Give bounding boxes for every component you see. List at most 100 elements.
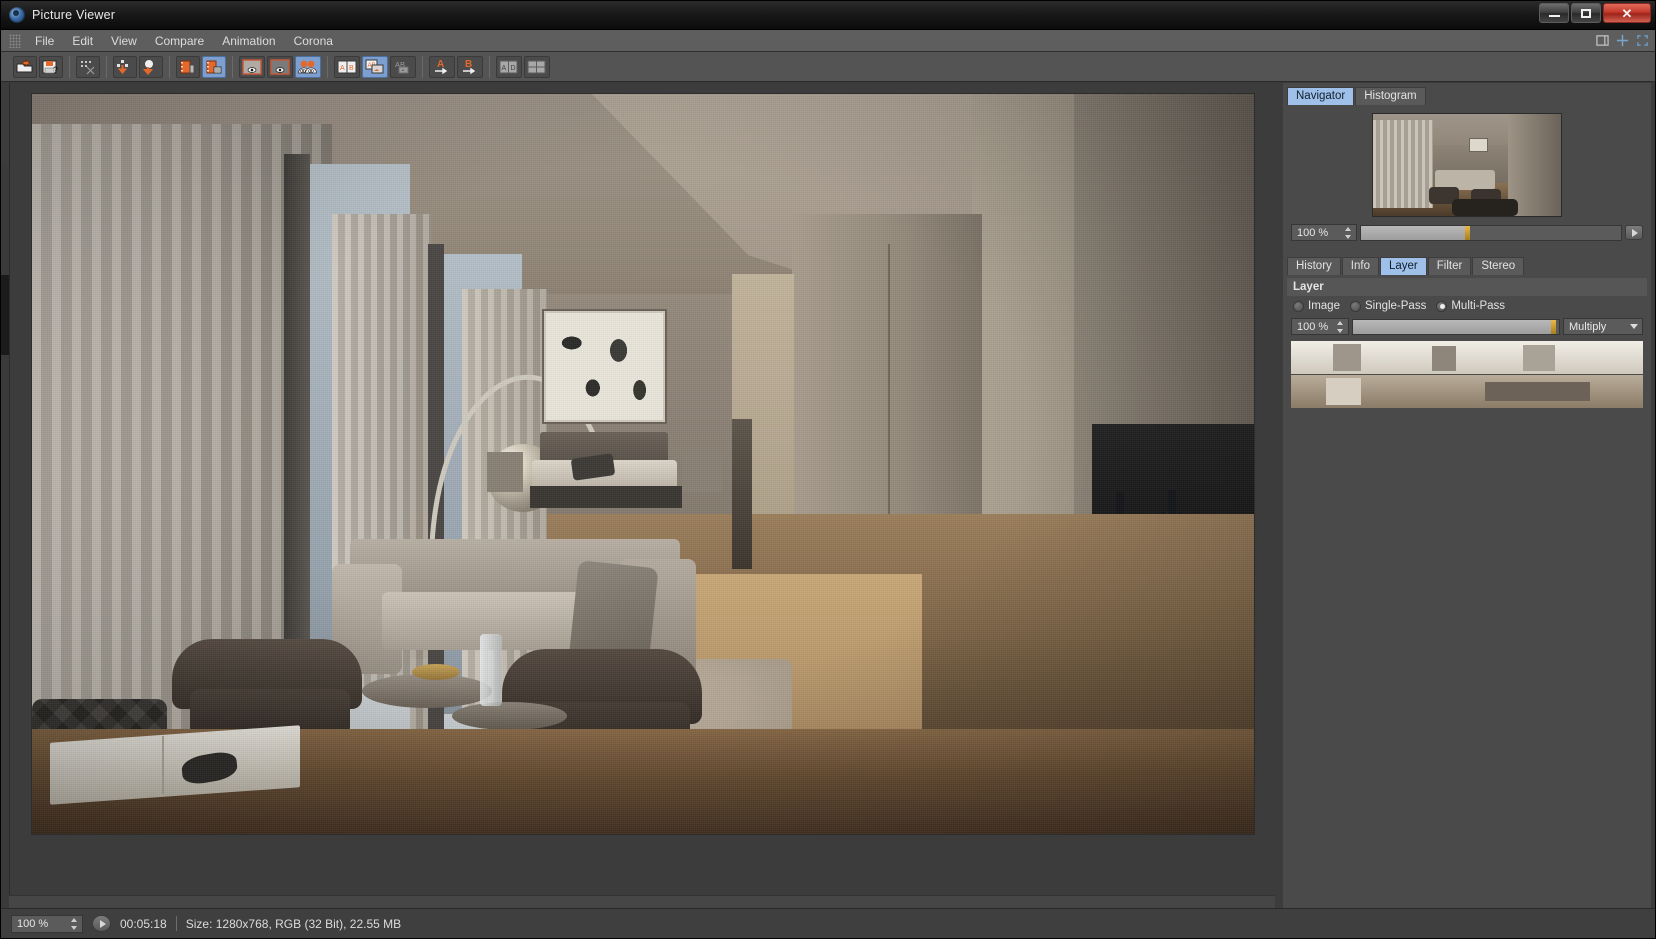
menu-item-animation[interactable]: Animation xyxy=(213,32,284,50)
status-bar: 100 % 00:05:18 Size: 1280x768, RGB (32 B… xyxy=(1,908,1655,938)
view-b-button[interactable] xyxy=(267,55,293,78)
ab-overlay-icon: AB xyxy=(365,59,384,73)
compare-side-by-side-button[interactable]: A B xyxy=(334,55,360,78)
radio-single-pass-label: Single-Pass xyxy=(1364,300,1427,312)
ab-side-icon: A B xyxy=(337,60,357,73)
toolbar-group-view xyxy=(233,55,327,78)
menu-item-edit[interactable]: Edit xyxy=(63,32,102,50)
toolbar-group-file: ? xyxy=(7,55,69,78)
status-zoom-input[interactable]: 100 % xyxy=(11,914,83,933)
close-button[interactable]: ✕ xyxy=(1603,3,1651,23)
layer-opacity-slider[interactable] xyxy=(1352,318,1560,335)
radio-multi-pass[interactable]: Multi-Pass xyxy=(1436,300,1505,312)
nav-thumb-curtains xyxy=(1373,120,1434,208)
toolbar-group-frames xyxy=(170,55,232,78)
ab-swap-button[interactable]: A D xyxy=(496,55,522,78)
set-b-button[interactable]: B xyxy=(457,55,483,78)
navigator-zoom-value: 100 % xyxy=(1297,226,1329,239)
tab-layer[interactable]: Layer xyxy=(1379,257,1427,275)
layer-row-background[interactable]: Background xyxy=(1291,375,1643,408)
title-bar: Picture Viewer ✕ xyxy=(1,1,1655,30)
radio-dot-icon xyxy=(1293,300,1304,312)
minimize-button[interactable] xyxy=(1539,3,1569,23)
navigator-preview-area[interactable] xyxy=(1287,109,1647,221)
frame-eye-a-icon xyxy=(242,58,262,75)
image-canvas-area[interactable] xyxy=(9,83,1279,905)
radio-image[interactable]: Image xyxy=(1293,300,1340,312)
spinner-icon[interactable] xyxy=(1337,321,1344,333)
menubar-right-icons xyxy=(1596,34,1649,47)
frames-list-button[interactable] xyxy=(202,55,226,78)
ab-grid-button[interactable] xyxy=(524,55,550,78)
compare-overlay-button[interactable]: AB xyxy=(362,55,388,78)
navigator-panel: 100 % xyxy=(1283,105,1651,249)
delete-frame-button[interactable] xyxy=(176,55,200,78)
save-image-button[interactable]: ? xyxy=(39,55,63,78)
window-title: Picture Viewer xyxy=(32,8,116,22)
ab-diff-icon: AB xyxy=(395,60,409,73)
render-region-button[interactable] xyxy=(76,55,100,78)
open-image-button[interactable] xyxy=(13,55,37,78)
layer-panel-tabs: History Info Layer Filter Stereo xyxy=(1283,253,1651,275)
set-a-button[interactable]: A xyxy=(429,55,455,78)
layer-panel: Layer Image Single-Pass Multi-Pass 100 %… xyxy=(1283,278,1651,417)
menu-item-view[interactable]: View xyxy=(102,32,146,50)
rendered-image[interactable] xyxy=(32,94,1254,834)
toolbar-group-transfer xyxy=(107,55,169,78)
status-play-button[interactable] xyxy=(92,915,111,932)
navigator-zoom-slider[interactable] xyxy=(1360,224,1622,241)
navigator-play-button[interactable] xyxy=(1625,225,1643,240)
spinner-icon[interactable] xyxy=(71,917,78,930)
menu-item-compare[interactable]: Compare xyxy=(146,32,213,50)
filmstrip-list-icon xyxy=(206,60,222,73)
layer-thumbnail-texmap xyxy=(1291,341,1643,374)
navigator-zoom-input[interactable]: 100 % xyxy=(1291,224,1357,241)
layer-section-title: Layer xyxy=(1287,278,1647,296)
svg-text:D: D xyxy=(511,65,516,72)
view-ab-button[interactable] xyxy=(295,55,321,78)
menu-bar: File Edit View Compare Animation Corona xyxy=(1,30,1655,52)
spinner-icon[interactable] xyxy=(1345,227,1352,239)
arrow-down-circle-icon xyxy=(142,59,154,75)
tab-info[interactable]: Info xyxy=(1341,257,1379,275)
toolbar-group-region xyxy=(70,55,106,78)
blend-mode-dropdown[interactable]: Multiply xyxy=(1563,318,1643,335)
layout-panel-icon[interactable] xyxy=(1596,34,1609,47)
render-time: 00:05:18 xyxy=(120,916,167,931)
layer-row-texmap[interactable]: Texmap xyxy=(1291,341,1643,374)
ab-swap-icon: A D xyxy=(499,60,518,73)
drag-grip-icon[interactable] xyxy=(9,33,21,48)
menu-item-corona[interactable]: Corona xyxy=(285,32,342,50)
menu-item-file[interactable]: File xyxy=(26,32,63,50)
horizontal-scroll-strip[interactable] xyxy=(9,895,1275,908)
main-body: Navigator Histogram 100 % History Info L… xyxy=(1,83,1655,938)
layer-opacity-input[interactable]: 100 % xyxy=(1291,318,1349,335)
maximize-button[interactable] xyxy=(1571,3,1601,23)
layer-thumbnail-background xyxy=(1291,375,1643,408)
navigator-thumbnail[interactable] xyxy=(1372,113,1562,217)
expand-arrows-icon[interactable] xyxy=(1636,34,1649,47)
status-zoom-value: 100 % xyxy=(17,917,49,930)
window-controls: ✕ xyxy=(1539,3,1651,23)
compare-difference-button[interactable]: AB xyxy=(390,55,416,78)
send-to-button[interactable] xyxy=(113,55,137,78)
status-separator xyxy=(175,916,177,931)
send-layer-button[interactable] xyxy=(139,55,163,78)
radio-dot-icon xyxy=(1349,300,1361,312)
radio-single-pass[interactable]: Single-Pass xyxy=(1349,300,1427,312)
blend-mode-value: Multiply xyxy=(1569,320,1607,333)
letter-a-arrow-icon: A xyxy=(435,59,448,75)
tab-histogram[interactable]: Histogram xyxy=(1355,87,1426,105)
svg-text:B: B xyxy=(349,65,354,72)
tab-filter[interactable]: Filter xyxy=(1427,257,1472,275)
tab-stereo[interactable]: Stereo xyxy=(1472,257,1525,275)
arrow-down-grid-icon xyxy=(117,59,128,74)
tab-history[interactable]: History xyxy=(1287,257,1341,275)
maximize-icon xyxy=(1581,8,1591,18)
view-a-button[interactable] xyxy=(239,55,265,78)
navigator-zoom-row: 100 % xyxy=(1287,221,1647,245)
tab-navigator[interactable]: Navigator xyxy=(1287,87,1355,105)
svg-text:A: A xyxy=(340,65,345,72)
move-cross-icon[interactable] xyxy=(1616,34,1629,47)
svg-text:?: ? xyxy=(53,65,58,75)
